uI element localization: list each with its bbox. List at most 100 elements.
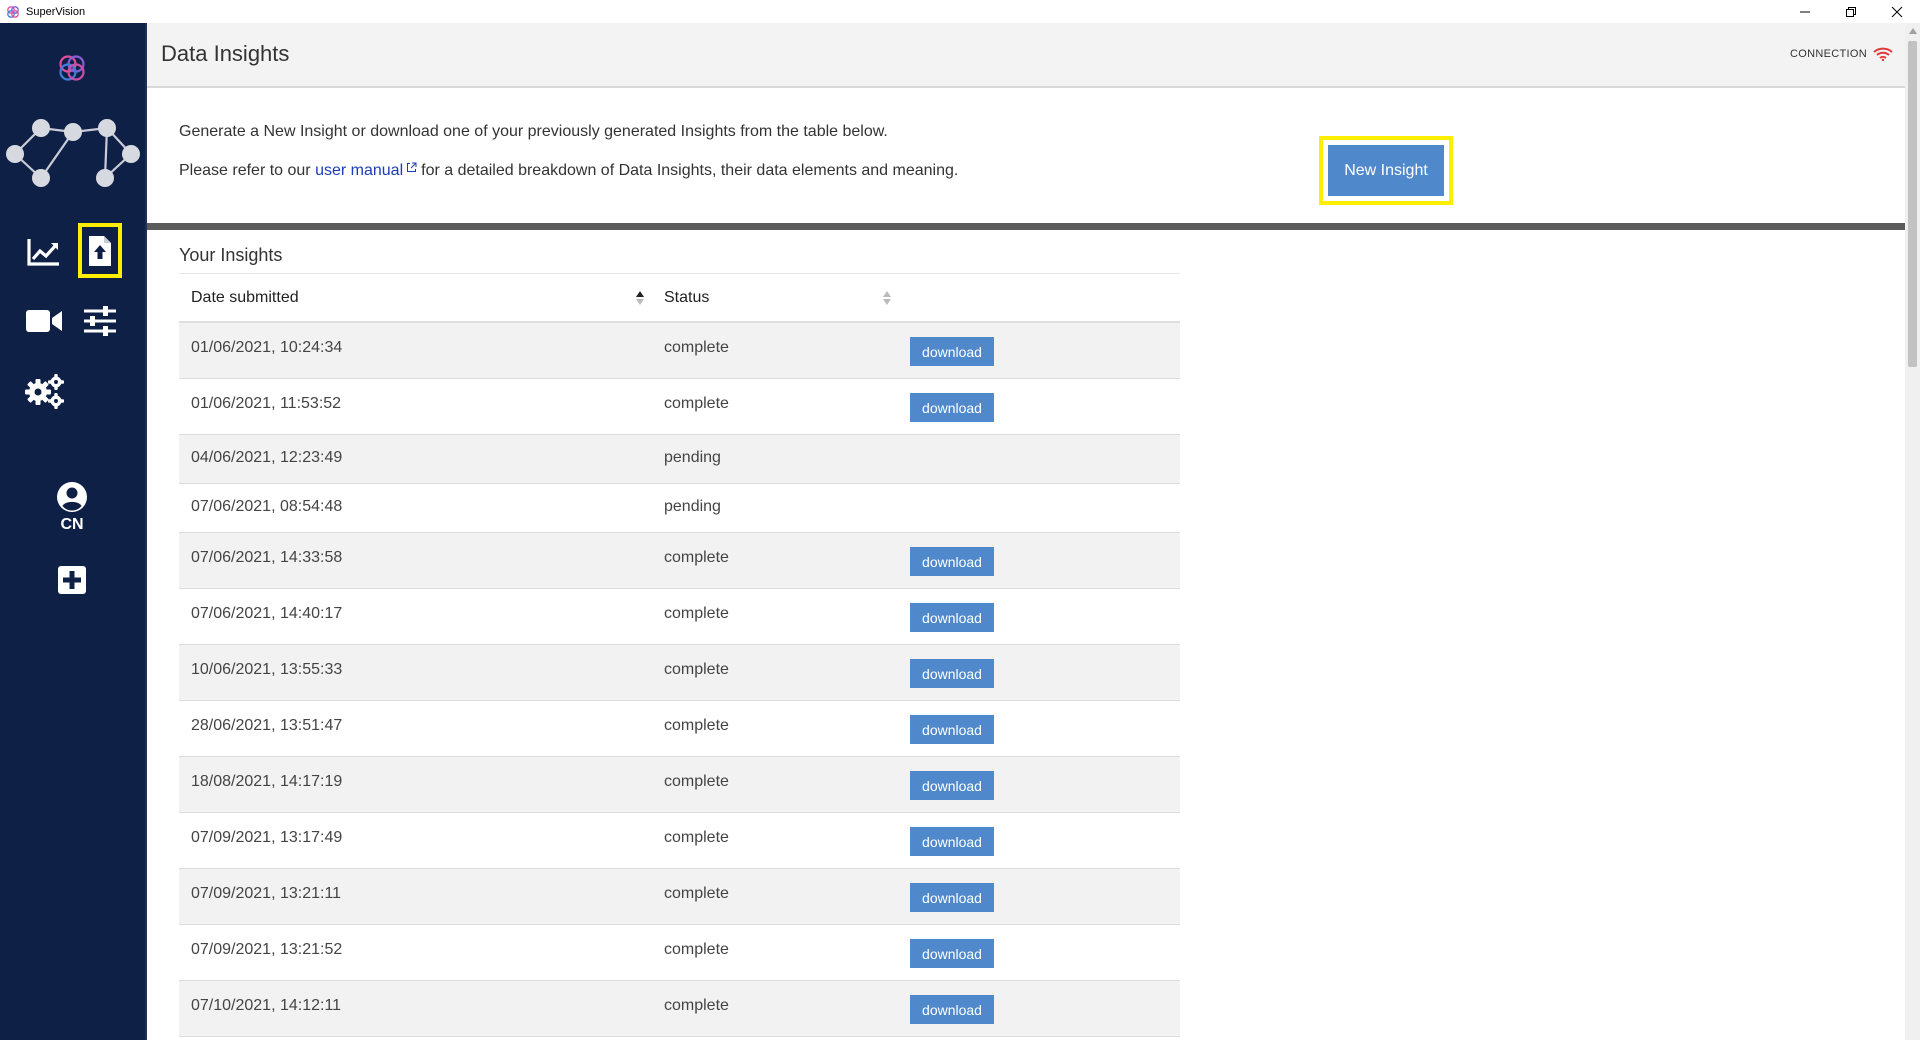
manual-text-before: Please refer to our: [179, 162, 311, 179]
cell-date-submitted: 07/06/2021, 08:54:48: [191, 498, 343, 515]
cell-date-submitted: 10/06/2021, 13:55:33: [191, 661, 343, 678]
section-divider: [147, 223, 1905, 230]
cell-status: complete: [664, 773, 729, 790]
network-graph-widget[interactable]: [3, 116, 143, 206]
new-insight-highlight: New Insight: [1319, 136, 1453, 205]
sliders-icon: [84, 306, 116, 336]
nav-video[interactable]: [24, 303, 64, 339]
user-profile-button[interactable]: [55, 480, 89, 514]
video-camera-icon: [26, 310, 62, 332]
cell-date-submitted: 07/10/2021, 14:12:11: [191, 997, 342, 1014]
scroll-up-button[interactable]: [1905, 23, 1920, 39]
cell-status: complete: [664, 395, 729, 412]
cell-date-submitted: 07/09/2021, 13:21:52: [191, 941, 343, 958]
manual-text-after: for a detailed breakdown of Data Insight…: [421, 162, 959, 179]
table-row: 10/06/2021, 13:55:33 complete download: [179, 645, 1180, 701]
scroll-up-arrow-icon: [1908, 28, 1917, 34]
window-title: SuperVision: [26, 5, 86, 18]
intro-text: Generate a New Insight or download one o…: [179, 123, 888, 140]
download-button[interactable]: download: [910, 827, 994, 856]
table-row: 04/06/2021, 12:23:49 pending: [179, 435, 1180, 484]
cell-date-submitted: 01/06/2021, 10:24:34: [191, 339, 343, 356]
app-logo-icon: [59, 55, 85, 81]
cell-status: pending: [664, 449, 721, 466]
cell-status: pending: [664, 498, 721, 515]
download-button[interactable]: download: [910, 547, 994, 576]
window-title-bar: SuperVision: [0, 0, 1920, 23]
table-row: 01/06/2021, 10:24:34 complete download: [179, 323, 1180, 379]
minimize-icon: [1800, 11, 1810, 12]
cell-status: complete: [664, 661, 729, 678]
user-initials: CN: [60, 516, 84, 533]
connection-label: CONNECTION: [1790, 48, 1867, 60]
app-logo[interactable]: [55, 51, 89, 85]
table-row: 01/06/2021, 11:53:52 complete download: [179, 379, 1180, 435]
manual-reference-text: Please refer to our user manual for a de…: [179, 162, 958, 180]
app-small-logo-icon: [7, 5, 19, 18]
close-icon: [1891, 6, 1903, 17]
download-button[interactable]: download: [910, 939, 994, 968]
file-upload-icon: [89, 235, 111, 266]
cell-date-submitted: 07/06/2021, 14:33:58: [191, 549, 343, 566]
insights-table: Date submitted Status 01/06/2021, 10:24:…: [179, 273, 1180, 1037]
download-button[interactable]: download: [910, 603, 994, 632]
external-link-icon: [407, 162, 417, 172]
new-insight-button[interactable]: New Insight: [1328, 145, 1444, 196]
table-row: 18/08/2021, 14:17:19 complete download: [179, 757, 1180, 813]
restore-button[interactable]: [1828, 0, 1874, 23]
nav-analytics[interactable]: [24, 232, 64, 272]
chart-icon: [27, 239, 59, 266]
cell-status: complete: [664, 997, 729, 1014]
download-button[interactable]: download: [910, 715, 994, 744]
close-button[interactable]: [1874, 0, 1920, 23]
cell-date-submitted: 04/06/2021, 12:23:49: [191, 449, 343, 466]
download-button[interactable]: download: [910, 995, 994, 1024]
cell-date-submitted: 07/09/2021, 13:17:49: [191, 829, 343, 846]
cell-date-submitted: 18/08/2021, 14:17:19: [191, 773, 343, 790]
column-header-date[interactable]: Date submitted: [191, 289, 299, 307]
download-button[interactable]: download: [910, 393, 994, 422]
add-button[interactable]: [55, 563, 89, 597]
cell-date-submitted: 01/06/2021, 11:53:52: [191, 395, 342, 412]
cell-status: complete: [664, 885, 729, 902]
page-header: Data Insights CONNECTION: [147, 23, 1905, 88]
table-row: 07/10/2021, 14:12:11 complete download: [179, 981, 1180, 1037]
table-header: Date submitted Status: [179, 273, 1180, 323]
cell-date-submitted: 07/09/2021, 13:21:11: [191, 885, 342, 902]
page-title: Data Insights: [161, 41, 290, 66]
nav-settings-sliders[interactable]: [80, 303, 120, 339]
user-manual-link[interactable]: user manual: [315, 162, 403, 179]
table-row: 07/09/2021, 13:21:52 complete download: [179, 925, 1180, 981]
connection-status: CONNECTION: [1790, 47, 1893, 61]
intro-panel: Generate a New Insight or download one o…: [147, 90, 1905, 223]
main-content: Data Insights CONNECTION Generate a New …: [147, 23, 1905, 1040]
sort-ascending-icon[interactable]: [635, 290, 645, 306]
gears-icon: [25, 374, 64, 409]
network-graph-icon: [6, 119, 140, 187]
sidebar: CN: [0, 23, 147, 1040]
download-button[interactable]: download: [910, 337, 994, 366]
table-row: 07/09/2021, 13:21:11 complete download: [179, 869, 1180, 925]
scroll-thumb[interactable]: [1908, 41, 1917, 367]
nav-system-settings[interactable]: [22, 371, 66, 411]
table-row: 07/09/2021, 13:17:49 complete download: [179, 813, 1180, 869]
table-row: 07/06/2021, 14:40:17 complete download: [179, 589, 1180, 645]
download-button[interactable]: download: [910, 883, 994, 912]
download-button[interactable]: download: [910, 659, 994, 688]
cell-status: complete: [664, 339, 729, 356]
download-button[interactable]: download: [910, 771, 994, 800]
table-row: 28/06/2021, 13:51:47 complete download: [179, 701, 1180, 757]
cell-status: complete: [664, 549, 729, 566]
cell-status: complete: [664, 717, 729, 734]
user-icon: [57, 482, 87, 512]
column-header-status[interactable]: Status: [664, 289, 709, 307]
cell-status: complete: [664, 605, 729, 622]
table-body: 01/06/2021, 10:24:34 complete download 01/0…: [179, 323, 1180, 1037]
your-insights-title: Your Insights: [179, 245, 283, 265]
cell-date-submitted: 28/06/2021, 13:51:47: [191, 717, 343, 734]
sort-icon[interactable]: [882, 290, 892, 306]
nav-data-insights[interactable]: [78, 223, 122, 278]
plus-square-icon: [58, 566, 86, 594]
minimize-button[interactable]: [1782, 0, 1828, 23]
page-scrollbar[interactable]: [1905, 23, 1920, 1040]
